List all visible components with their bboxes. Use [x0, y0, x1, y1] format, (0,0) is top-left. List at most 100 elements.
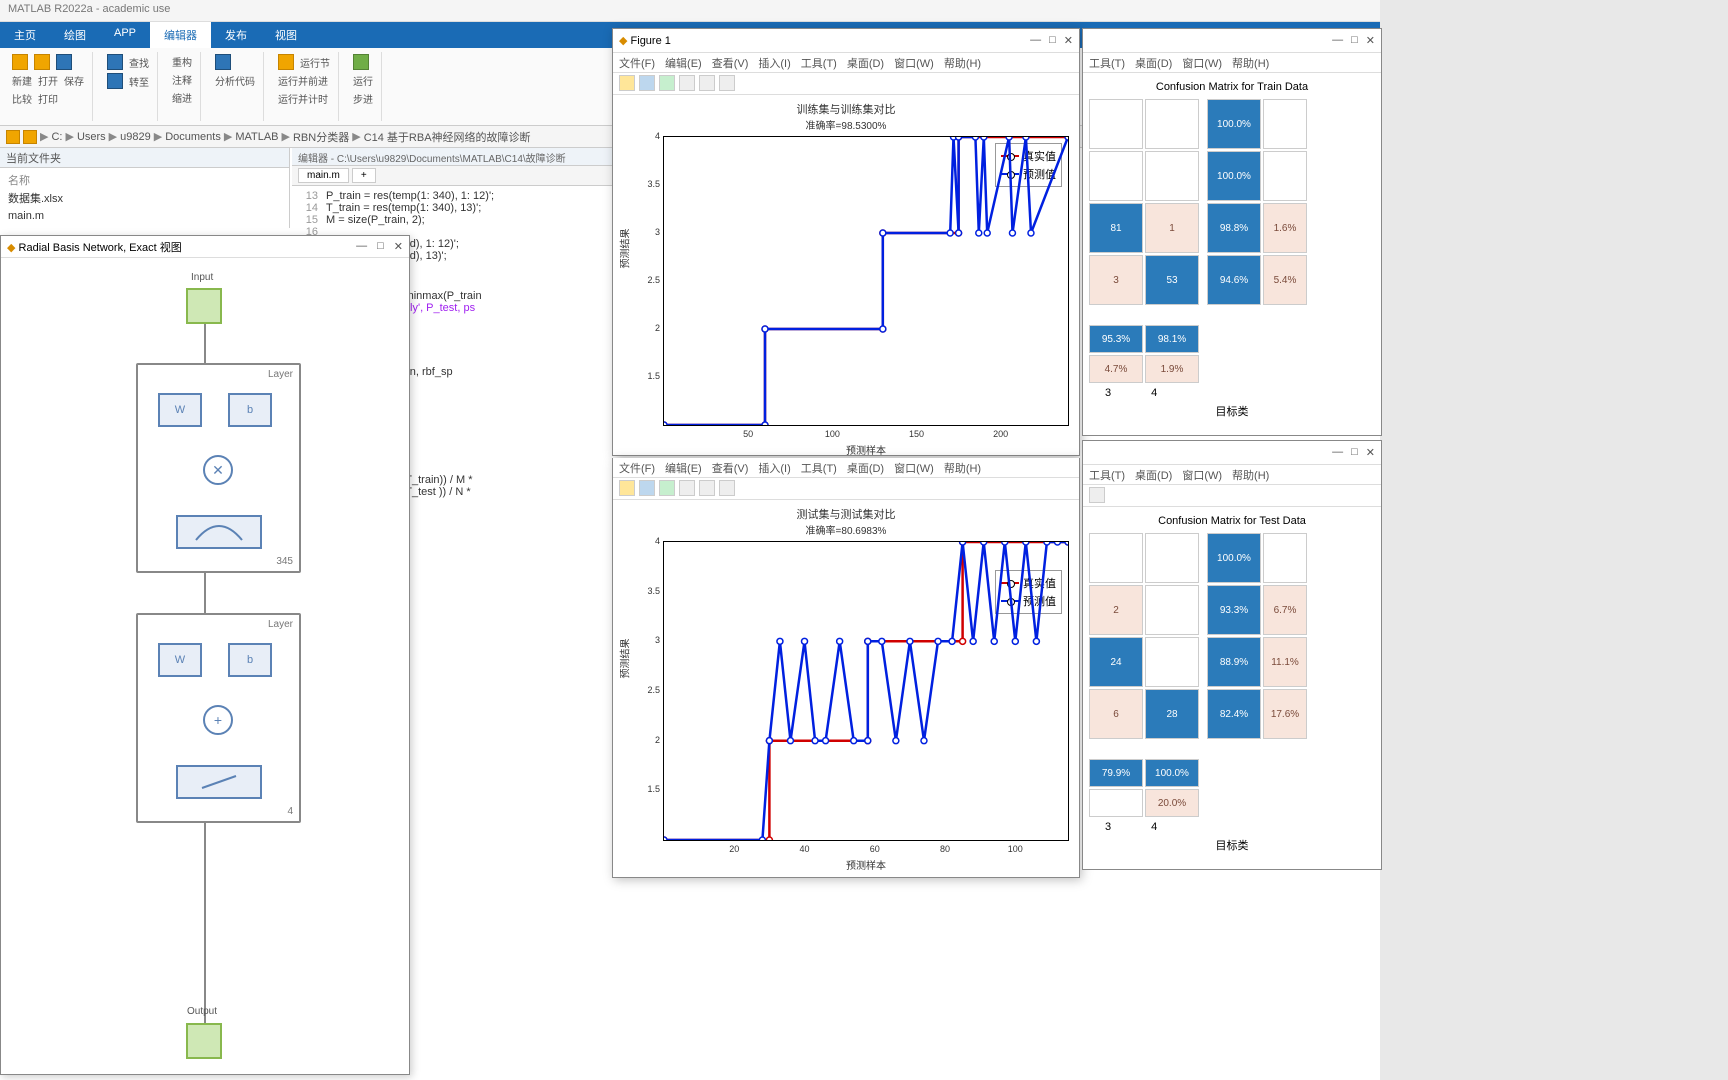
- menu-window[interactable]: 窗口(W): [1182, 55, 1222, 70]
- comment-label[interactable]: 注释: [172, 72, 192, 87]
- chart-axes[interactable]: 真实值 预测值 预测结果 1.522.533.5420406080100: [663, 541, 1069, 841]
- menu-window[interactable]: 窗口(W): [1182, 467, 1222, 482]
- folder-up-icon[interactable]: [23, 130, 37, 144]
- tab-home[interactable]: 主页: [0, 22, 50, 48]
- menu-tools[interactable]: 工具(T): [1089, 467, 1125, 482]
- menu-edit[interactable]: 编辑(E): [665, 55, 702, 70]
- tool-icon[interactable]: [1089, 487, 1105, 503]
- goto-icon[interactable]: [107, 73, 123, 89]
- figure-titlebar[interactable]: — □ ✕: [1083, 441, 1381, 465]
- runadvance-label[interactable]: 运行并前进: [278, 73, 328, 88]
- save-fig-icon[interactable]: [639, 75, 655, 91]
- new-fig-icon[interactable]: [619, 480, 635, 496]
- save-fig-icon[interactable]: [639, 480, 655, 496]
- goto-label[interactable]: 转至: [129, 74, 149, 89]
- minimize-icon[interactable]: —: [1332, 446, 1343, 459]
- menu-help[interactable]: 帮助(H): [944, 460, 981, 475]
- menu-insert[interactable]: 插入(I): [758, 55, 790, 70]
- new-fig-icon[interactable]: [619, 75, 635, 91]
- maximize-icon[interactable]: □: [1351, 34, 1358, 47]
- figure-titlebar[interactable]: ◆ Figure 1 —□✕: [613, 29, 1079, 53]
- compare-label[interactable]: 比较: [12, 91, 32, 106]
- path-seg[interactable]: Documents: [165, 131, 221, 143]
- weight-block[interactable]: W: [158, 643, 202, 677]
- find-icon[interactable]: [107, 54, 123, 70]
- menu-file[interactable]: 文件(F): [619, 55, 655, 70]
- rotate-icon[interactable]: [699, 75, 715, 91]
- tab-view[interactable]: 视图: [261, 22, 311, 48]
- bias-block[interactable]: b: [228, 393, 272, 427]
- minimize-icon[interactable]: —: [1332, 34, 1343, 47]
- runsection-label[interactable]: 运行节: [300, 55, 330, 70]
- folder-icon[interactable]: [6, 130, 20, 144]
- path-seg[interactable]: u9829: [120, 131, 151, 143]
- gaussian-activation[interactable]: [176, 515, 262, 549]
- file-item[interactable]: main.m: [8, 208, 281, 224]
- maximize-icon[interactable]: □: [1049, 34, 1056, 47]
- menu-help[interactable]: 帮助(H): [1232, 467, 1269, 482]
- run-icon[interactable]: [353, 54, 369, 70]
- minimize-icon[interactable]: —: [356, 240, 367, 253]
- path-seg[interactable]: Users: [77, 131, 106, 143]
- menu-tools[interactable]: 工具(T): [801, 55, 837, 70]
- menu-tools[interactable]: 工具(T): [801, 460, 837, 475]
- menu-desktop[interactable]: 桌面(D): [847, 460, 884, 475]
- run-label[interactable]: 运行: [353, 73, 373, 88]
- menu-help[interactable]: 帮助(H): [944, 55, 981, 70]
- menu-desktop[interactable]: 桌面(D): [1135, 55, 1172, 70]
- tab-editor[interactable]: 编辑器: [150, 22, 211, 48]
- multiply-node[interactable]: ✕: [203, 455, 233, 485]
- file-item[interactable]: 数据集.xlsx: [8, 188, 281, 208]
- menu-insert[interactable]: 插入(I): [758, 460, 790, 475]
- cursor-icon[interactable]: [679, 75, 695, 91]
- menu-file[interactable]: 文件(F): [619, 460, 655, 475]
- save-icon[interactable]: [56, 54, 72, 70]
- menu-view[interactable]: 查看(V): [712, 55, 749, 70]
- path-seg[interactable]: C:: [51, 131, 62, 143]
- analyze-icon[interactable]: [215, 54, 231, 70]
- open-icon[interactable]: [34, 54, 50, 70]
- minimize-icon[interactable]: —: [1030, 34, 1041, 47]
- menu-window[interactable]: 窗口(W): [894, 460, 934, 475]
- rbn-canvas[interactable]: Input Layer W b ✕ 345 Layer W b + 4 Outp…: [1, 258, 409, 1074]
- rotate-icon[interactable]: [699, 480, 715, 496]
- path-seg[interactable]: C14 基于RBA神经网络的故障诊断: [364, 129, 531, 145]
- tab-plots[interactable]: 绘图: [50, 22, 100, 48]
- menu-desktop[interactable]: 桌面(D): [847, 55, 884, 70]
- editor-add-tab[interactable]: +: [352, 168, 376, 183]
- maximize-icon[interactable]: □: [1351, 446, 1358, 459]
- weight-block[interactable]: W: [158, 393, 202, 427]
- path-seg[interactable]: RBN分类器: [293, 129, 349, 145]
- output-block[interactable]: [186, 1023, 222, 1059]
- rbn-titlebar[interactable]: ◆ Radial Basis Network, Exact 视图 —□✕: [1, 236, 409, 258]
- cursor-icon[interactable]: [679, 480, 695, 496]
- menu-desktop[interactable]: 桌面(D): [1135, 467, 1172, 482]
- layer-box-1[interactable]: Layer W b ✕ 345: [136, 363, 301, 573]
- menu-tools[interactable]: 工具(T): [1089, 55, 1125, 70]
- maximize-icon[interactable]: □: [377, 240, 384, 253]
- path-seg[interactable]: MATLAB: [235, 131, 278, 143]
- menu-window[interactable]: 窗口(W): [894, 55, 934, 70]
- new-icon[interactable]: [12, 54, 28, 70]
- close-icon[interactable]: ✕: [394, 240, 403, 253]
- menu-help[interactable]: 帮助(H): [1232, 55, 1269, 70]
- bias-block[interactable]: b: [228, 643, 272, 677]
- figure-titlebar[interactable]: —□✕: [1083, 29, 1381, 53]
- print-label[interactable]: 打印: [38, 91, 58, 106]
- datatip-icon[interactable]: [719, 75, 735, 91]
- print-fig-icon[interactable]: [659, 480, 675, 496]
- linear-activation[interactable]: [176, 765, 262, 799]
- print-fig-icon[interactable]: [659, 75, 675, 91]
- menu-edit[interactable]: 编辑(E): [665, 460, 702, 475]
- refactor-label[interactable]: 重构: [172, 54, 192, 69]
- sum-node[interactable]: +: [203, 705, 233, 735]
- runtime-label[interactable]: 运行并计时: [278, 91, 328, 106]
- editor-file-tab[interactable]: main.m: [298, 168, 349, 183]
- close-icon[interactable]: ✕: [1064, 34, 1073, 47]
- chart-axes[interactable]: 真实值 预测值 预测结果 1.522.533.5450100150200: [663, 136, 1069, 426]
- find-label[interactable]: 查找: [129, 55, 149, 70]
- input-block[interactable]: [186, 288, 222, 324]
- tab-apps[interactable]: APP: [100, 22, 150, 48]
- close-icon[interactable]: ✕: [1366, 446, 1375, 459]
- indent-label[interactable]: 缩进: [172, 90, 192, 105]
